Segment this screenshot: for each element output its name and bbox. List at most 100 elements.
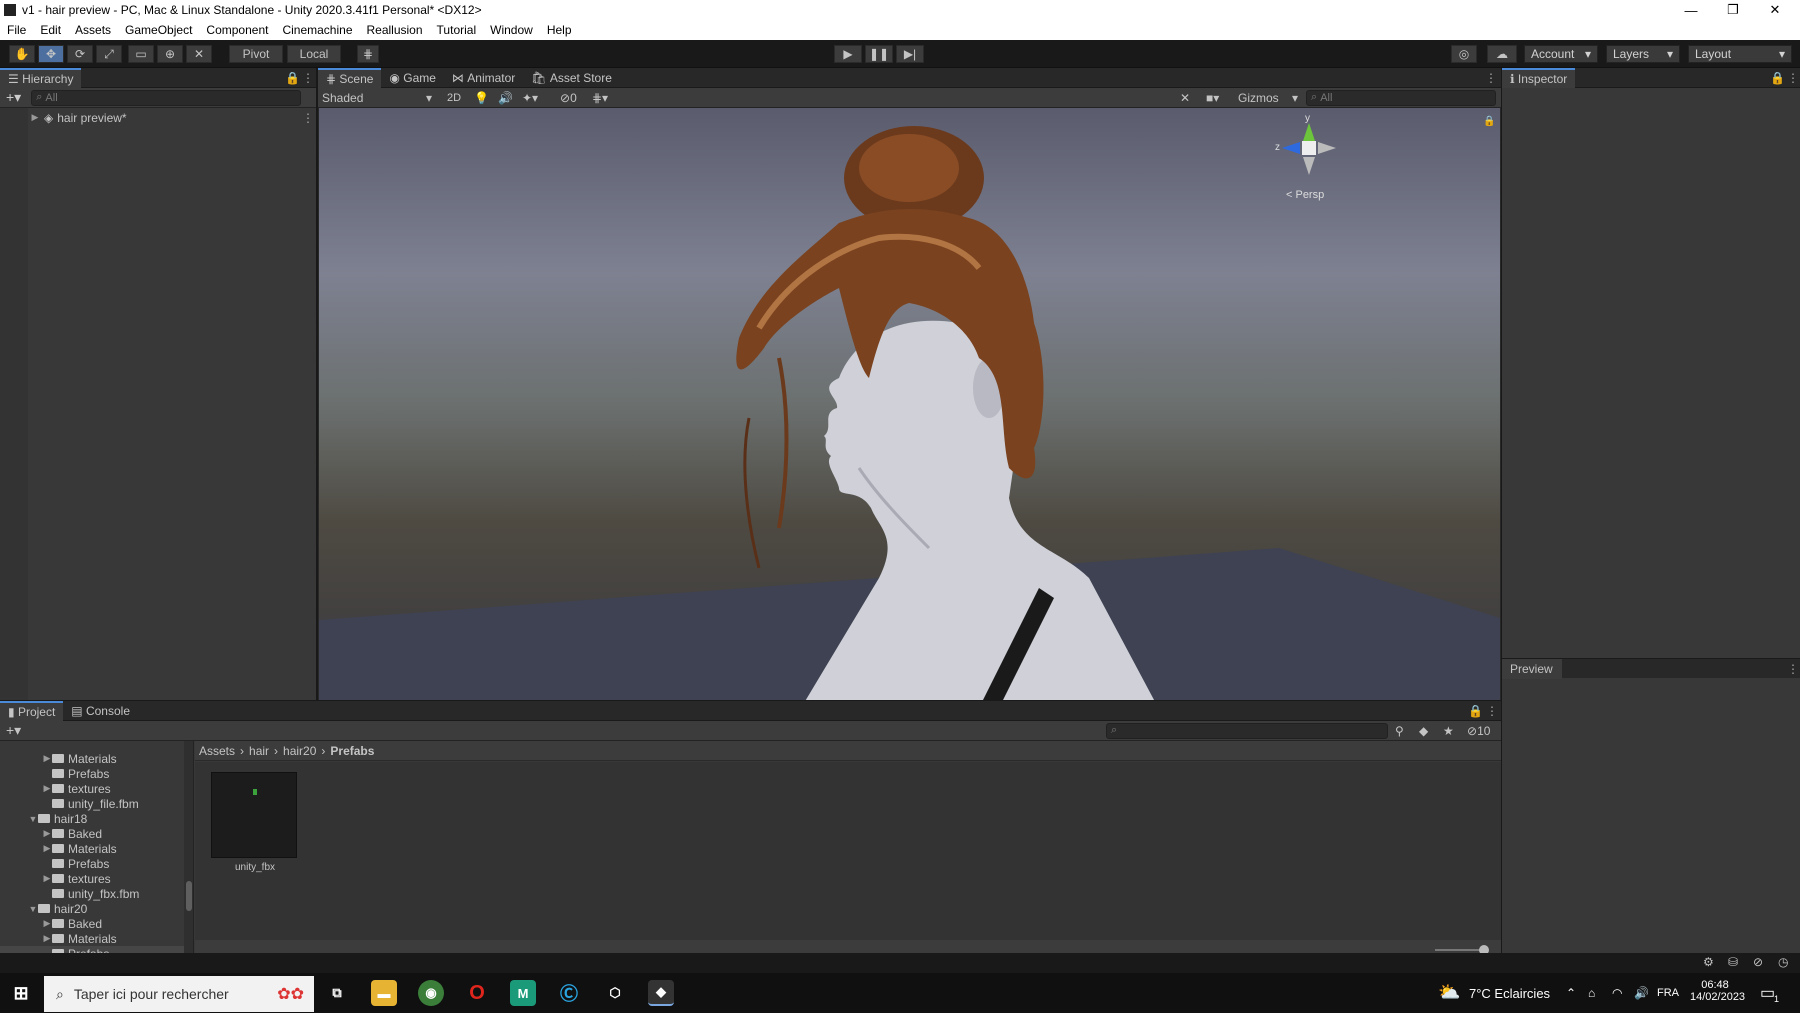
orientation-gizmo[interactable]: y z < Persp bbox=[1274, 113, 1344, 213]
tab-hierarchy[interactable]: ☰ Hierarchy bbox=[0, 67, 82, 88]
more-options-icon[interactable]: ⋮ bbox=[1787, 662, 1799, 676]
folder-tree-item[interactable]: Prefabs bbox=[0, 766, 184, 781]
lock-icon[interactable]: 🔒 bbox=[1770, 71, 1785, 85]
progress-icon[interactable]: ◷ bbox=[1778, 955, 1788, 969]
account-dropdown[interactable]: Account ▾ bbox=[1524, 45, 1598, 63]
grid-icon[interactable]: ⋕▾ bbox=[592, 91, 608, 105]
menu-cinemachine[interactable]: Cinemachine bbox=[282, 23, 352, 37]
network-icon[interactable]: ⌂ bbox=[1588, 986, 1595, 1000]
breadcrumb-prefabs[interactable]: Prefabs bbox=[330, 744, 374, 758]
add-icon[interactable]: +▾ bbox=[6, 89, 21, 106]
chevron-right-icon[interactable]: ▶ bbox=[42, 873, 52, 884]
menu-window[interactable]: Window bbox=[490, 23, 533, 37]
effects-icon[interactable]: ✦▾ bbox=[522, 91, 538, 105]
chevron-right-icon[interactable]: ▶ bbox=[42, 783, 52, 794]
tab-preview[interactable]: Preview bbox=[1502, 658, 1562, 679]
chevron-right-icon[interactable]: ▶ bbox=[42, 753, 52, 764]
chevron-right-icon[interactable]: ▶ bbox=[42, 933, 52, 944]
notification-icon[interactable]: ▭ bbox=[1760, 983, 1775, 1003]
lock-icon[interactable]: 🔒 bbox=[285, 71, 300, 85]
audio-icon[interactable]: 🔊 bbox=[498, 91, 513, 105]
folder-tree-item[interactable]: ▶ textures bbox=[0, 781, 184, 796]
more-options-icon[interactable]: ⋮ bbox=[1486, 704, 1498, 718]
pivot-toggle[interactable]: Pivot bbox=[229, 45, 283, 63]
breadcrumb-hair20[interactable]: hair20 bbox=[283, 744, 316, 758]
favorite-icon[interactable]: ★ bbox=[1443, 724, 1454, 738]
step-button[interactable]: ▶| bbox=[896, 45, 924, 63]
wifi-icon[interactable]: ◠ bbox=[1612, 986, 1622, 1000]
menu-tutorial[interactable]: Tutorial bbox=[437, 23, 477, 37]
chevron-right-icon[interactable]: ▶ bbox=[42, 828, 52, 839]
chrome-icon[interactable]: ◉ bbox=[418, 980, 444, 1006]
gizmos-dropdown[interactable]: Gizmos ▾ bbox=[1238, 91, 1298, 105]
folder-tree-item[interactable]: ▶ Baked bbox=[0, 826, 184, 841]
custom-tool-icon[interactable]: ✕ bbox=[186, 45, 212, 63]
lock-icon[interactable]: 🔒 bbox=[1468, 704, 1483, 718]
more-options-icon[interactable]: ⋮ bbox=[1485, 71, 1497, 85]
chevron-right-icon[interactable]: ▶ bbox=[42, 918, 52, 929]
folder-tree-item[interactable]: ▶ Baked bbox=[0, 916, 184, 931]
more-options-icon[interactable]: ⋮ bbox=[1787, 71, 1799, 85]
add-icon[interactable]: +▾ bbox=[6, 722, 21, 739]
restore-button[interactable]: ❐ bbox=[1710, 0, 1756, 20]
hierarchy-search-input[interactable]: ⌕ All bbox=[31, 89, 302, 106]
opera-icon[interactable]: O bbox=[464, 980, 490, 1006]
folder-tree-item[interactable]: unity_fbx.fbm bbox=[0, 886, 184, 901]
debug-icon[interactable]: ⚙ bbox=[1703, 955, 1714, 969]
shading-dropdown[interactable]: Shaded ▾ bbox=[322, 91, 432, 105]
expand-arrow-icon[interactable]: ▶ bbox=[30, 112, 40, 123]
scrollbar-thumb[interactable] bbox=[186, 881, 192, 911]
folder-tree-item[interactable]: ▼ hair18 bbox=[0, 811, 184, 826]
filter-label-icon[interactable]: ◆ bbox=[1419, 724, 1428, 738]
menu-file[interactable]: File bbox=[7, 23, 26, 37]
menu-edit[interactable]: Edit bbox=[40, 23, 61, 37]
collab-icon[interactable]: ◎ bbox=[1451, 45, 1477, 63]
tab-project[interactable]: ▮ Project bbox=[0, 700, 64, 721]
menu-assets[interactable]: Assets bbox=[75, 23, 111, 37]
filter-type-icon[interactable]: ⚲ bbox=[1395, 724, 1404, 738]
scale-tool-icon[interactable]: ⤢ bbox=[96, 45, 122, 63]
chevron-right-icon[interactable]: ▶ bbox=[42, 843, 52, 854]
auto-generate-icon[interactable]: ⊘ bbox=[1753, 955, 1763, 969]
mode-2d-toggle[interactable]: 2D bbox=[442, 92, 466, 104]
tab-game[interactable]: ◉ Game bbox=[381, 68, 444, 88]
folder-tree-item[interactable]: ▶ textures bbox=[0, 871, 184, 886]
more-options-icon[interactable]: ⋮ bbox=[302, 71, 314, 85]
folder-tree-item[interactable]: ▶ Materials bbox=[0, 751, 184, 766]
breadcrumb-hair[interactable]: hair bbox=[249, 744, 269, 758]
folder-tree-item[interactable]: Prefabs bbox=[0, 856, 184, 871]
tools-icon[interactable]: ✕ bbox=[1180, 91, 1190, 105]
play-button[interactable]: ▶ bbox=[834, 45, 862, 63]
tab-inspector[interactable]: ℹ Inspector bbox=[1502, 67, 1576, 88]
tree-scrollbar[interactable] bbox=[184, 741, 193, 960]
menu-component[interactable]: Component bbox=[206, 23, 268, 37]
camera-icon[interactable]: ■▾ bbox=[1206, 91, 1219, 105]
tab-console[interactable]: ▤ Console bbox=[63, 701, 138, 721]
folder-tree-item[interactable]: ▼ hair20 bbox=[0, 901, 184, 916]
menu-reallusion[interactable]: Reallusion bbox=[367, 23, 423, 37]
size-slider[interactable] bbox=[1435, 949, 1485, 951]
tab-animator[interactable]: ⋈ Animator bbox=[444, 68, 523, 88]
asset-item[interactable]: unity_fbx bbox=[210, 772, 300, 876]
unity-editor-icon[interactable]: ◆ bbox=[648, 980, 674, 1006]
character-creator-icon[interactable]: Ⓒ bbox=[556, 980, 582, 1006]
taskbar-search-input[interactable]: ⌕ Taper ici pour rechercher ✿✿ bbox=[44, 976, 314, 1012]
pause-button[interactable]: ❚❚ bbox=[865, 45, 893, 63]
scene-search-input[interactable]: ⌕ All bbox=[1306, 89, 1496, 106]
hidden-objects-icon[interactable]: ⊘0 bbox=[560, 91, 577, 105]
chevron-down-icon[interactable]: ▼ bbox=[28, 904, 38, 914]
layers-dropdown[interactable]: Layers ▾ bbox=[1606, 45, 1680, 63]
persp-label[interactable]: < Persp bbox=[1286, 189, 1324, 201]
folder-tree-item[interactable]: unity_file.fbm bbox=[0, 796, 184, 811]
unity-hub-icon[interactable]: ⬡ bbox=[602, 980, 628, 1006]
volume-icon[interactable]: 🔊 bbox=[1634, 986, 1649, 1000]
tab-scene[interactable]: ⋕ Scene bbox=[318, 67, 382, 88]
local-toggle[interactable]: Local bbox=[287, 45, 341, 63]
cache-icon[interactable]: ⛁ bbox=[1728, 955, 1738, 969]
breadcrumb-assets[interactable]: Assets bbox=[199, 744, 235, 758]
tray-overflow-icon[interactable]: ⌃ bbox=[1566, 986, 1576, 1000]
scene-item[interactable]: ▶ ◈ hair preview* ⋮ bbox=[30, 110, 315, 125]
chevron-down-icon[interactable]: ▼ bbox=[28, 814, 38, 824]
menu-gameobject[interactable]: GameObject bbox=[125, 23, 192, 37]
scene-viewport[interactable]: y z < Persp 🔒 bbox=[319, 108, 1500, 700]
